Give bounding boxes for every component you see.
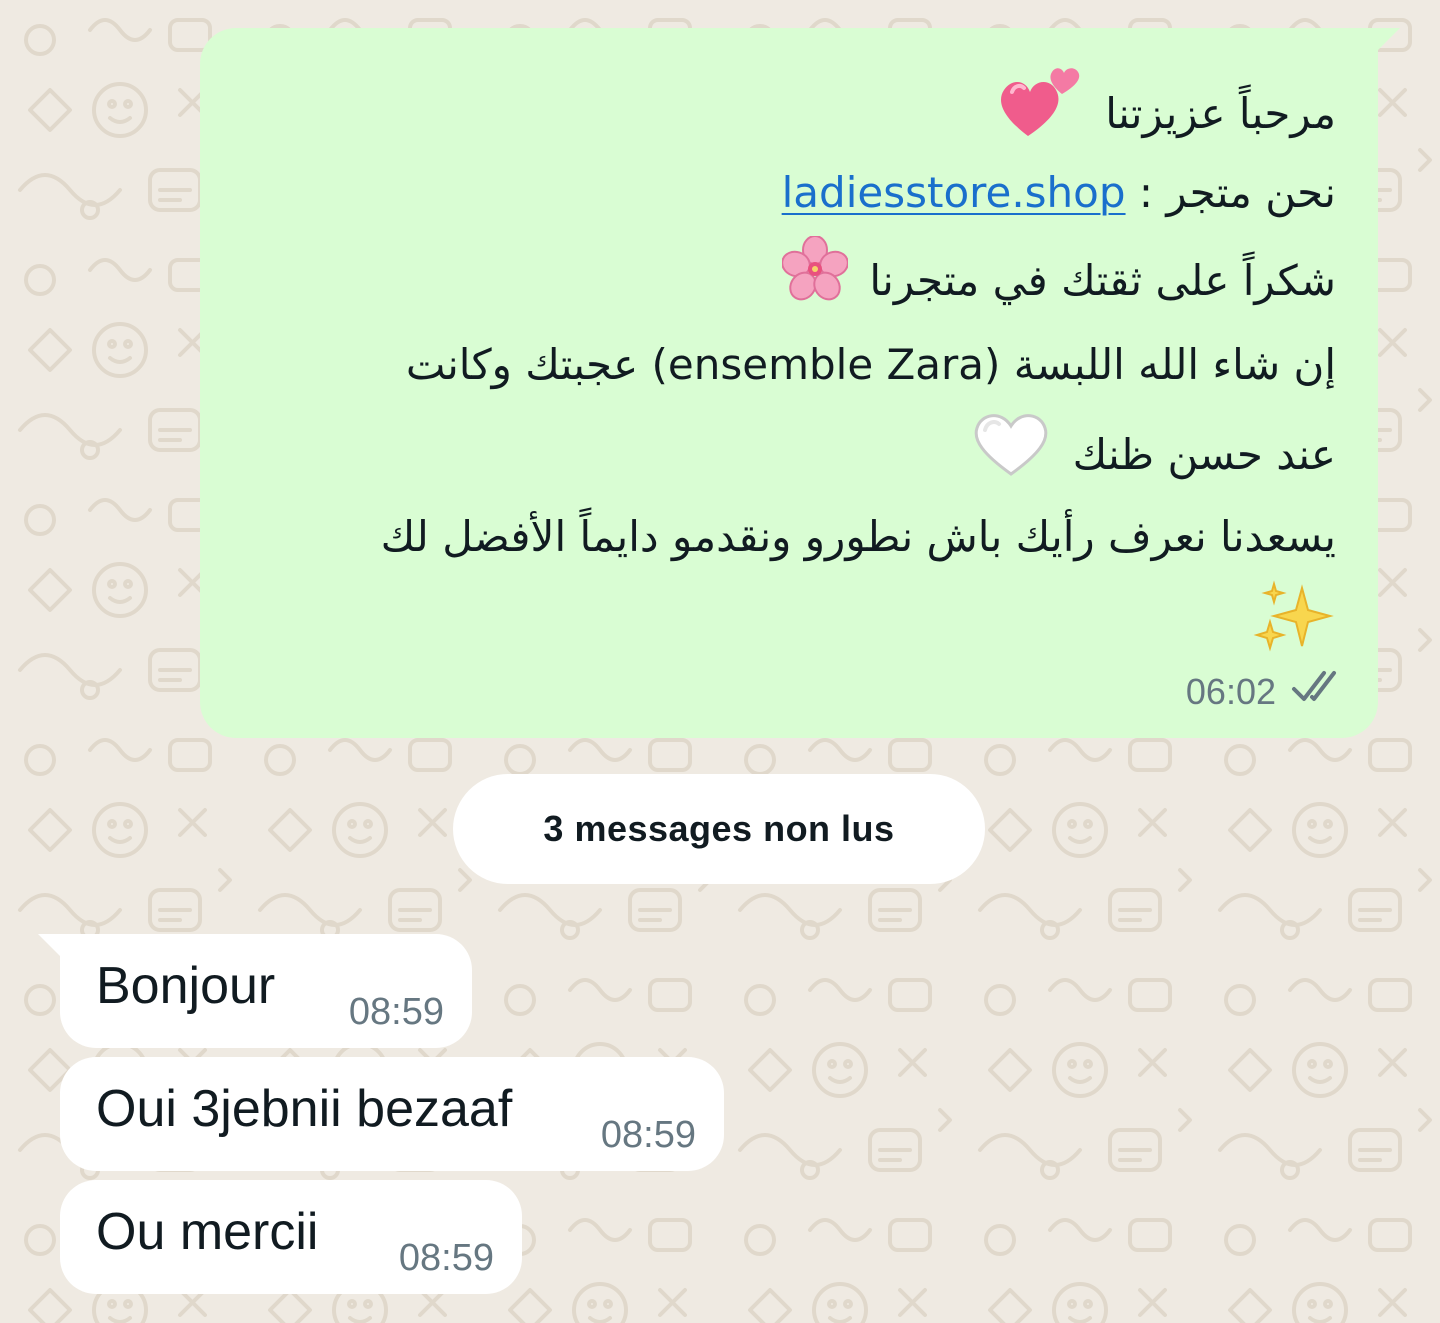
product-name: (ensemble Zara): [651, 340, 1001, 389]
message-text: Bonjour: [96, 957, 276, 1015]
message-text: Ou mercii: [96, 1203, 319, 1261]
unread-messages-divider: 3 messages non lus: [453, 774, 985, 884]
message-line-feedback: يسعدنا نعرف رأيك باش نطورو ونقدمو دايماً…: [380, 512, 1336, 561]
message-line-sparkles: [246, 580, 1336, 660]
message-line-greeting: مرحباً عزيزتنا: [246, 64, 1336, 150]
outgoing-message-bubble[interactable]: مرحباً عزيزتنا نحن متجر : ladiesstore.sh…: [200, 28, 1400, 738]
unread-messages-label: 3 messages non lus: [543, 808, 895, 849]
incoming-message-bubble[interactable]: Ou mercii 08:59: [60, 1180, 522, 1294]
chat-area: مرحباً عزيزتنا نحن متجر : ladiesstore.sh…: [0, 0, 1440, 1323]
message-time: 08:59: [398, 1237, 494, 1279]
bubble-tail: [38, 934, 64, 960]
message-text: مرحباً عزيزتنا نحن متجر : ladiesstore.sh…: [246, 64, 1336, 660]
message-line-product: إن شاء الله اللبسة (ensemble Zara) عجبتك…: [405, 340, 1336, 389]
message-time: 08:59: [600, 1114, 696, 1156]
message-line-thanks: شكراً على ثقتك في متجرنا: [246, 235, 1336, 322]
message-meta: 06:02: [1186, 667, 1346, 716]
incoming-message-bubble[interactable]: Bonjour 08:59: [38, 934, 472, 1048]
incoming-message-bubble[interactable]: Oui 3jebnii bezaaf 08:59: [60, 1057, 724, 1171]
white-heart-icon: [971, 408, 1051, 507]
message-time: 06:02: [1185, 670, 1276, 712]
message-time: 08:59: [348, 991, 444, 1033]
bubble-tail: [1374, 28, 1400, 54]
double-check-read-icon: [1290, 667, 1346, 716]
message-line-expectation: عند حسن ظنك: [246, 408, 1336, 494]
store-link[interactable]: ladiesstore.shop: [782, 168, 1126, 217]
message-text: Oui 3jebnii bezaaf: [96, 1080, 513, 1138]
cherry-blossom-icon: [781, 235, 849, 331]
message-line-store: نحن متجر : ladiesstore.shop: [781, 168, 1336, 217]
